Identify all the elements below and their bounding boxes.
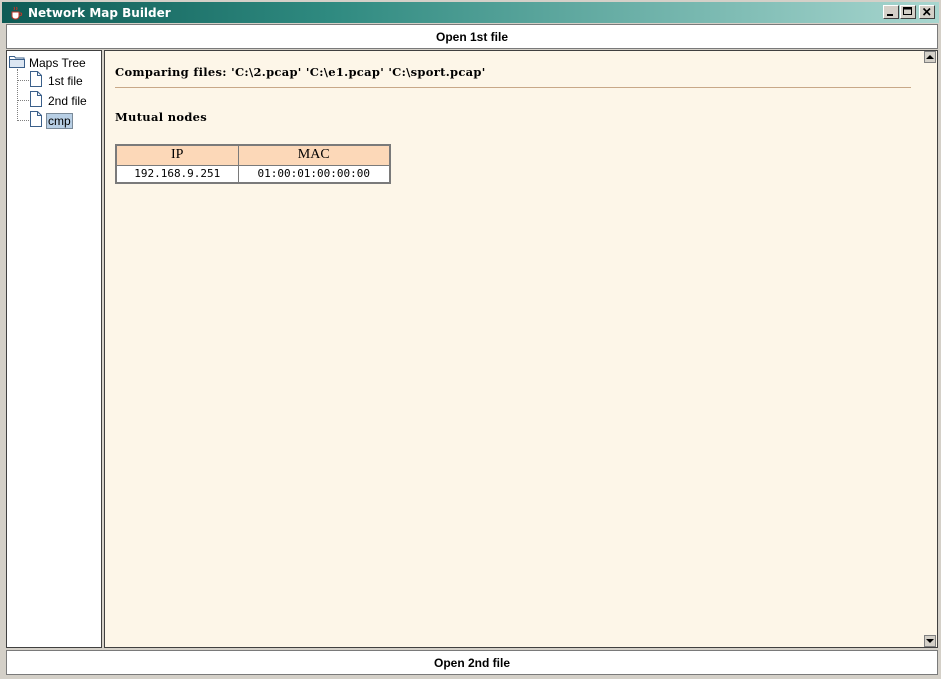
tree-connector	[17, 69, 18, 121]
table-header-row: IP MAC	[115, 144, 391, 166]
tree-root[interactable]: Maps Tree	[9, 54, 86, 71]
minimize-button[interactable]	[883, 5, 899, 19]
title-bar[interactable]: Network Map Builder	[0, 0, 941, 24]
comparison-view[interactable]: Comparing files: 'C:\2.pcap' 'C:\e1.pcap…	[104, 50, 938, 648]
arrow-down-icon	[926, 639, 934, 643]
window-title: Network Map Builder	[28, 5, 171, 20]
maps-tree-panel[interactable]: Maps Tree 1st file 2nd file cmp	[6, 50, 102, 648]
comparison-content: Comparing files: 'C:\2.pcap' 'C:\e1.pcap…	[115, 65, 911, 184]
window-controls	[883, 5, 935, 19]
tree-item-cmp[interactable]: cmp	[29, 111, 73, 130]
close-icon	[922, 7, 931, 16]
open-second-file-button[interactable]: Open 2nd file	[6, 650, 938, 675]
mutual-nodes-table: IP MAC 192.168.9.251 01:00:01:00:00:00	[115, 144, 391, 184]
tree-connector	[17, 80, 29, 81]
tree-connector	[17, 100, 29, 101]
mutual-nodes-heading: Mutual nodes	[115, 110, 208, 124]
cell-ip: 192.168.9.251	[115, 164, 239, 184]
scroll-up-button[interactable]	[924, 51, 936, 63]
cell-mac: 01:00:01:00:00:00	[237, 164, 391, 184]
column-header-mac: MAC	[237, 144, 391, 166]
tree-item-1st-file[interactable]: 1st file	[29, 71, 85, 90]
arrow-up-icon	[926, 55, 934, 59]
tree-item-2nd-file[interactable]: 2nd file	[29, 91, 89, 110]
vertical-scrollbar[interactable]	[923, 51, 937, 647]
column-header-ip: IP	[115, 144, 239, 166]
file-icon	[29, 71, 43, 90]
table-row: 192.168.9.251 01:00:01:00:00:00	[115, 164, 391, 184]
java-cup-icon	[8, 5, 24, 21]
file-icon	[29, 91, 43, 110]
minimize-icon	[887, 14, 893, 16]
scroll-down-button[interactable]	[924, 635, 936, 647]
tree-root-label: Maps Tree	[29, 55, 86, 70]
maximize-button[interactable]	[900, 5, 916, 19]
comparing-files-text: Comparing files: 'C:\2.pcap' 'C:\e1.pcap…	[115, 65, 911, 88]
tree-item-label: 2nd file	[48, 93, 87, 108]
open-first-file-button[interactable]: Open 1st file	[6, 24, 938, 49]
file-icon	[29, 111, 43, 130]
maximize-icon	[903, 7, 912, 15]
tree-connector	[17, 120, 29, 121]
tree-item-label: 1st file	[48, 73, 83, 88]
tree-item-label: cmp	[46, 112, 73, 129]
close-button[interactable]	[919, 5, 935, 19]
